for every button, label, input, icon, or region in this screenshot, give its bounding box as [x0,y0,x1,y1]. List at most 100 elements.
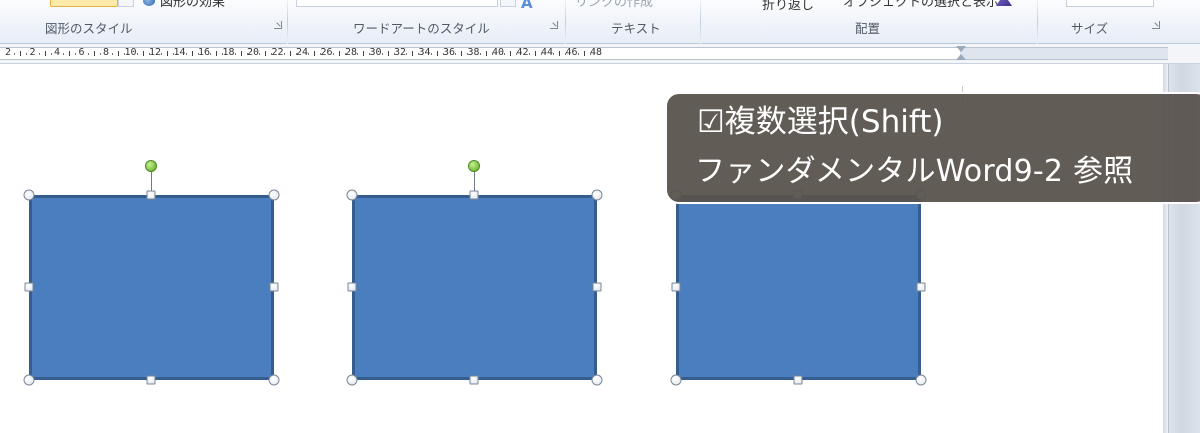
ruler-minor-tick [504,53,506,55]
group-separator [287,0,288,44]
resize-handle-bottom[interactable] [469,375,479,385]
rectangle-shape-3[interactable] [676,195,921,380]
rotation-handle[interactable] [145,160,157,172]
ruler-tick [461,51,463,56]
resize-handle-left[interactable] [24,282,34,292]
ruler-minor-tick [185,53,187,55]
ruler-number: 28 [344,47,358,58]
resize-handle-bottom[interactable] [793,375,803,385]
resize-handle-bottom-left[interactable] [670,374,682,386]
ruler-number: 8 [102,47,110,58]
rectangle-shape-1[interactable] [29,195,274,380]
ruler-number: 4 [53,47,61,58]
ruler-tick [436,51,438,56]
resize-handle-top-left[interactable] [346,189,358,201]
ruler-tick [387,51,389,56]
group-label-text: テキスト [611,21,661,36]
ruler-number: 40 [491,47,505,58]
ruler-tick [191,51,193,56]
resize-handle-bottom-left[interactable] [346,374,358,386]
ruler-number: 2 [29,47,36,58]
resize-handle-bottom[interactable] [146,375,156,385]
ribbon: 図形の効果 A リンクの作成 ▾ 折り返し オブジェクトの選択と表示 ▾ 図形の… [0,0,1200,44]
ruler-minor-tick [357,53,359,55]
right-indent-marker[interactable] [956,46,966,52]
wordart-style-gallery[interactable] [296,0,498,7]
horizontal-ruler[interactable]: 2 2 4 6 8 10 12 14 16 18 20 22 24 26 28 30 32 34 36 38 40 42 4… [0,44,1200,64]
resize-handle-bottom-right[interactable] [591,374,603,386]
text-fill-icon[interactable]: A [521,0,533,12]
ruler-tick [534,51,536,56]
ruler-minor-tick [136,53,138,55]
ruler-tick [289,51,291,56]
resize-handle-top-right[interactable] [268,189,280,201]
wrap-text-button[interactable]: 折り返し [762,0,814,13]
rotate-dropdown-arrow[interactable]: ▾ [1018,0,1023,1]
shape-style-gallery-item[interactable] [50,0,118,7]
size-launcher-icon[interactable] [1152,21,1160,29]
shape-effects-button[interactable]: 図形の効果 [160,0,225,10]
ruler-tick [363,51,365,56]
ruler-minor-tick [455,53,457,55]
resize-handle-right[interactable] [269,282,279,292]
position-dropdown-arrow[interactable]: ▾ [729,0,734,1]
ruler-number: 26 [320,47,333,58]
ruler-minor-tick [161,53,163,55]
callout-reference: ファンダメンタルWord9-2 参照 [695,154,1134,189]
ruler-tick [314,51,316,56]
ruler-tick [216,51,218,56]
ruler-number: 44 [540,47,554,58]
ruler-minor-tick [14,53,16,55]
ruler-tick [44,51,46,56]
resize-handle-left[interactable] [347,282,357,292]
resize-handle-top-right[interactable] [591,189,603,201]
ruler-minor-tick [234,53,236,55]
ruler-tick [118,51,120,56]
group-label-arrange: 配置 [855,21,881,36]
group-separator [565,0,566,44]
shape-height-input[interactable] [1066,0,1154,7]
ruler-minor-tick [406,53,408,55]
wordart-gallery-scroll[interactable] [500,0,516,7]
ruler-minor-tick [479,53,481,55]
shape-style-gallery-scroll[interactable] [118,0,134,7]
resize-handle-top-left[interactable] [23,189,35,201]
resize-handle-right[interactable] [592,282,602,292]
create-link-button[interactable]: リンクの作成 [575,0,653,10]
resize-handle-right[interactable] [916,282,926,292]
ruler-minor-tick [308,53,310,55]
resize-handle-bottom-right[interactable] [915,374,927,386]
ruler-minor-tick [75,53,77,55]
wordart-styles-launcher-icon[interactable] [550,21,558,29]
ruler-minor-tick [50,53,52,55]
ruler-number: 10 [124,47,137,58]
shape-effects-icon[interactable] [143,0,155,6]
resize-handle-left[interactable] [671,282,681,292]
resize-handle-top[interactable] [146,190,156,200]
ruler-minor-tick [381,53,383,55]
ruler-minor-tick [26,53,28,55]
rectangle-shape-2[interactable] [352,195,597,380]
ruler-number: 2 [4,47,12,58]
ruler-minor-tick [210,53,212,55]
resize-handle-bottom-right[interactable] [268,374,280,386]
resize-handle-bottom-left[interactable] [23,374,35,386]
ruler-tick [559,51,561,56]
ruler-tick [265,51,267,56]
ruler-minor-tick [332,53,334,55]
selection-pane-button[interactable]: オブジェクトの選択と表示 [843,0,999,10]
rotation-handle[interactable] [468,160,480,172]
group-separator [700,0,701,44]
ruler-number: 48 [589,47,603,58]
ruler-number: 32 [393,47,407,58]
ruler-number: 22 [271,47,284,58]
group-label-shape-styles: 図形のスタイル [45,21,133,36]
ruler-minor-tick [283,53,285,55]
group-label-wordart-styles: ワードアートのスタイル [353,21,490,36]
ruler-minor-tick [430,53,432,55]
right-indent-marker-bottom[interactable] [956,54,966,60]
shape-styles-launcher-icon[interactable] [274,21,282,29]
ruler-minor-tick [112,53,114,55]
resize-handle-top[interactable] [469,190,479,200]
callout-title: ☑複数選択(Shift) [697,104,944,140]
